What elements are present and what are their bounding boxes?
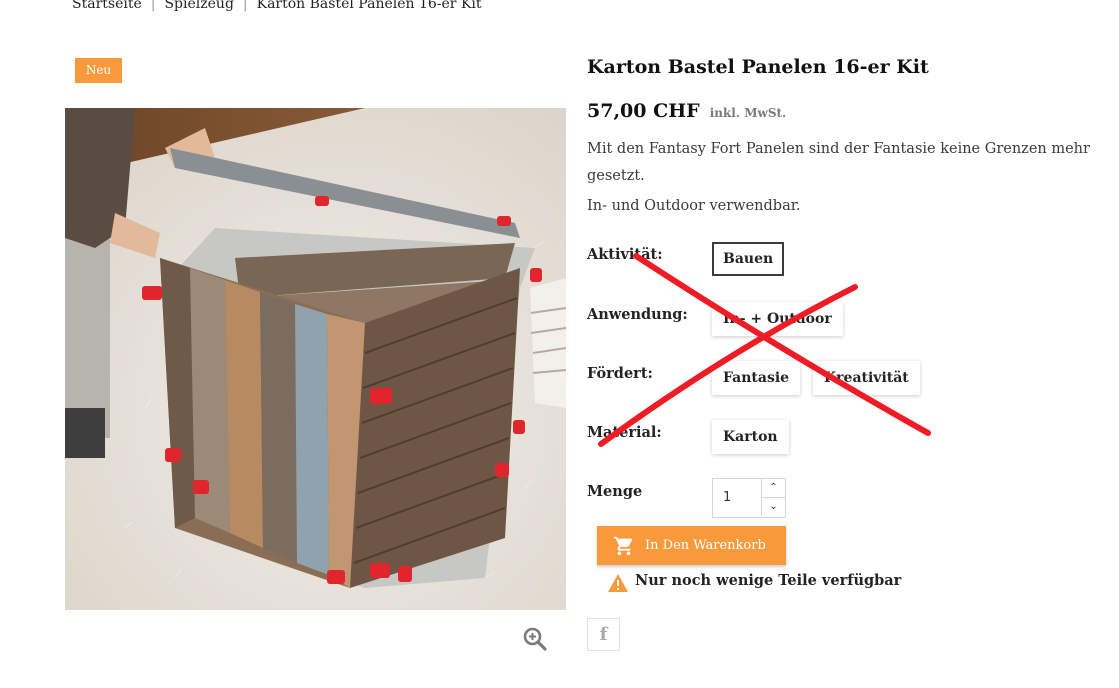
quantity-input[interactable] [713, 479, 759, 515]
breadcrumb-separator: | [150, 0, 156, 12]
stock-notice-text: Nur noch wenige Teile verfügbar [635, 572, 902, 589]
zoom-in-icon[interactable] [522, 626, 548, 652]
quantity-decrement-button[interactable]: ⌄ [761, 498, 785, 516]
warning-icon [608, 574, 628, 592]
tax-note: inkl. MwSt. [709, 106, 787, 120]
price-row: 57,00 CHF inkl. MwSt. [587, 100, 786, 122]
breadcrumb-category[interactable]: Spielzeug [164, 0, 233, 12]
product-title: Karton Bastel Panelen 16-er Kit [587, 56, 929, 78]
product-price: 57,00 CHF [587, 100, 700, 122]
attribute-label-aktivitaet: Aktivität: [587, 246, 663, 263]
chip-karton[interactable]: Karton [712, 420, 789, 454]
breadcrumb-separator: | [242, 0, 248, 12]
chip-fantasie[interactable]: Fantasie [712, 361, 801, 395]
chevron-down-icon: ⌄ [769, 501, 778, 512]
chip-bauen[interactable]: Bauen [712, 242, 785, 276]
product-photo [65, 108, 566, 610]
chip-in-outdoor[interactable]: In- + Outdoor [712, 302, 843, 336]
breadcrumb-current[interactable]: Karton Bastel Panelen 16-er Kit [257, 0, 482, 12]
product-image[interactable] [65, 108, 566, 610]
description-paragraph: In- und Outdoor verwendbar. [587, 198, 801, 214]
chip-kreativitaet[interactable]: Kreativität [813, 361, 920, 395]
breadcrumb: Startseite | Spielzeug | Karton Bastel Panel… [72, 0, 482, 12]
breadcrumb-home[interactable]: Startseite [72, 0, 142, 12]
facebook-share-button[interactable]: f [587, 618, 620, 651]
attribute-label-foerdert: Fördert: [587, 365, 653, 382]
new-badge: Neu [75, 58, 122, 83]
description-paragraph: Mit den Fantasy Fort Panelen sind der Fa… [587, 141, 1090, 184]
chevron-up-icon: ⌃ [769, 482, 778, 493]
attribute-label-anwendung: Anwendung: [587, 306, 688, 323]
quantity-label: Menge [587, 483, 643, 500]
cross-stroke-1 [633, 253, 931, 436]
product-description: Mit den Fantasy Fort Panelen sind der Fa… [587, 136, 1097, 224]
shopping-cart-icon [613, 536, 633, 556]
attribute-label-material: Material: [587, 424, 662, 441]
quantity-increment-button[interactable]: ⌃ [761, 479, 785, 498]
facebook-icon: f [599, 624, 608, 645]
add-to-cart-label: In Den Warenkorb [645, 538, 766, 553]
add-to-cart-button[interactable]: In Den Warenkorb [597, 526, 786, 565]
quantity-stepper: ⌃ ⌄ [712, 478, 786, 518]
